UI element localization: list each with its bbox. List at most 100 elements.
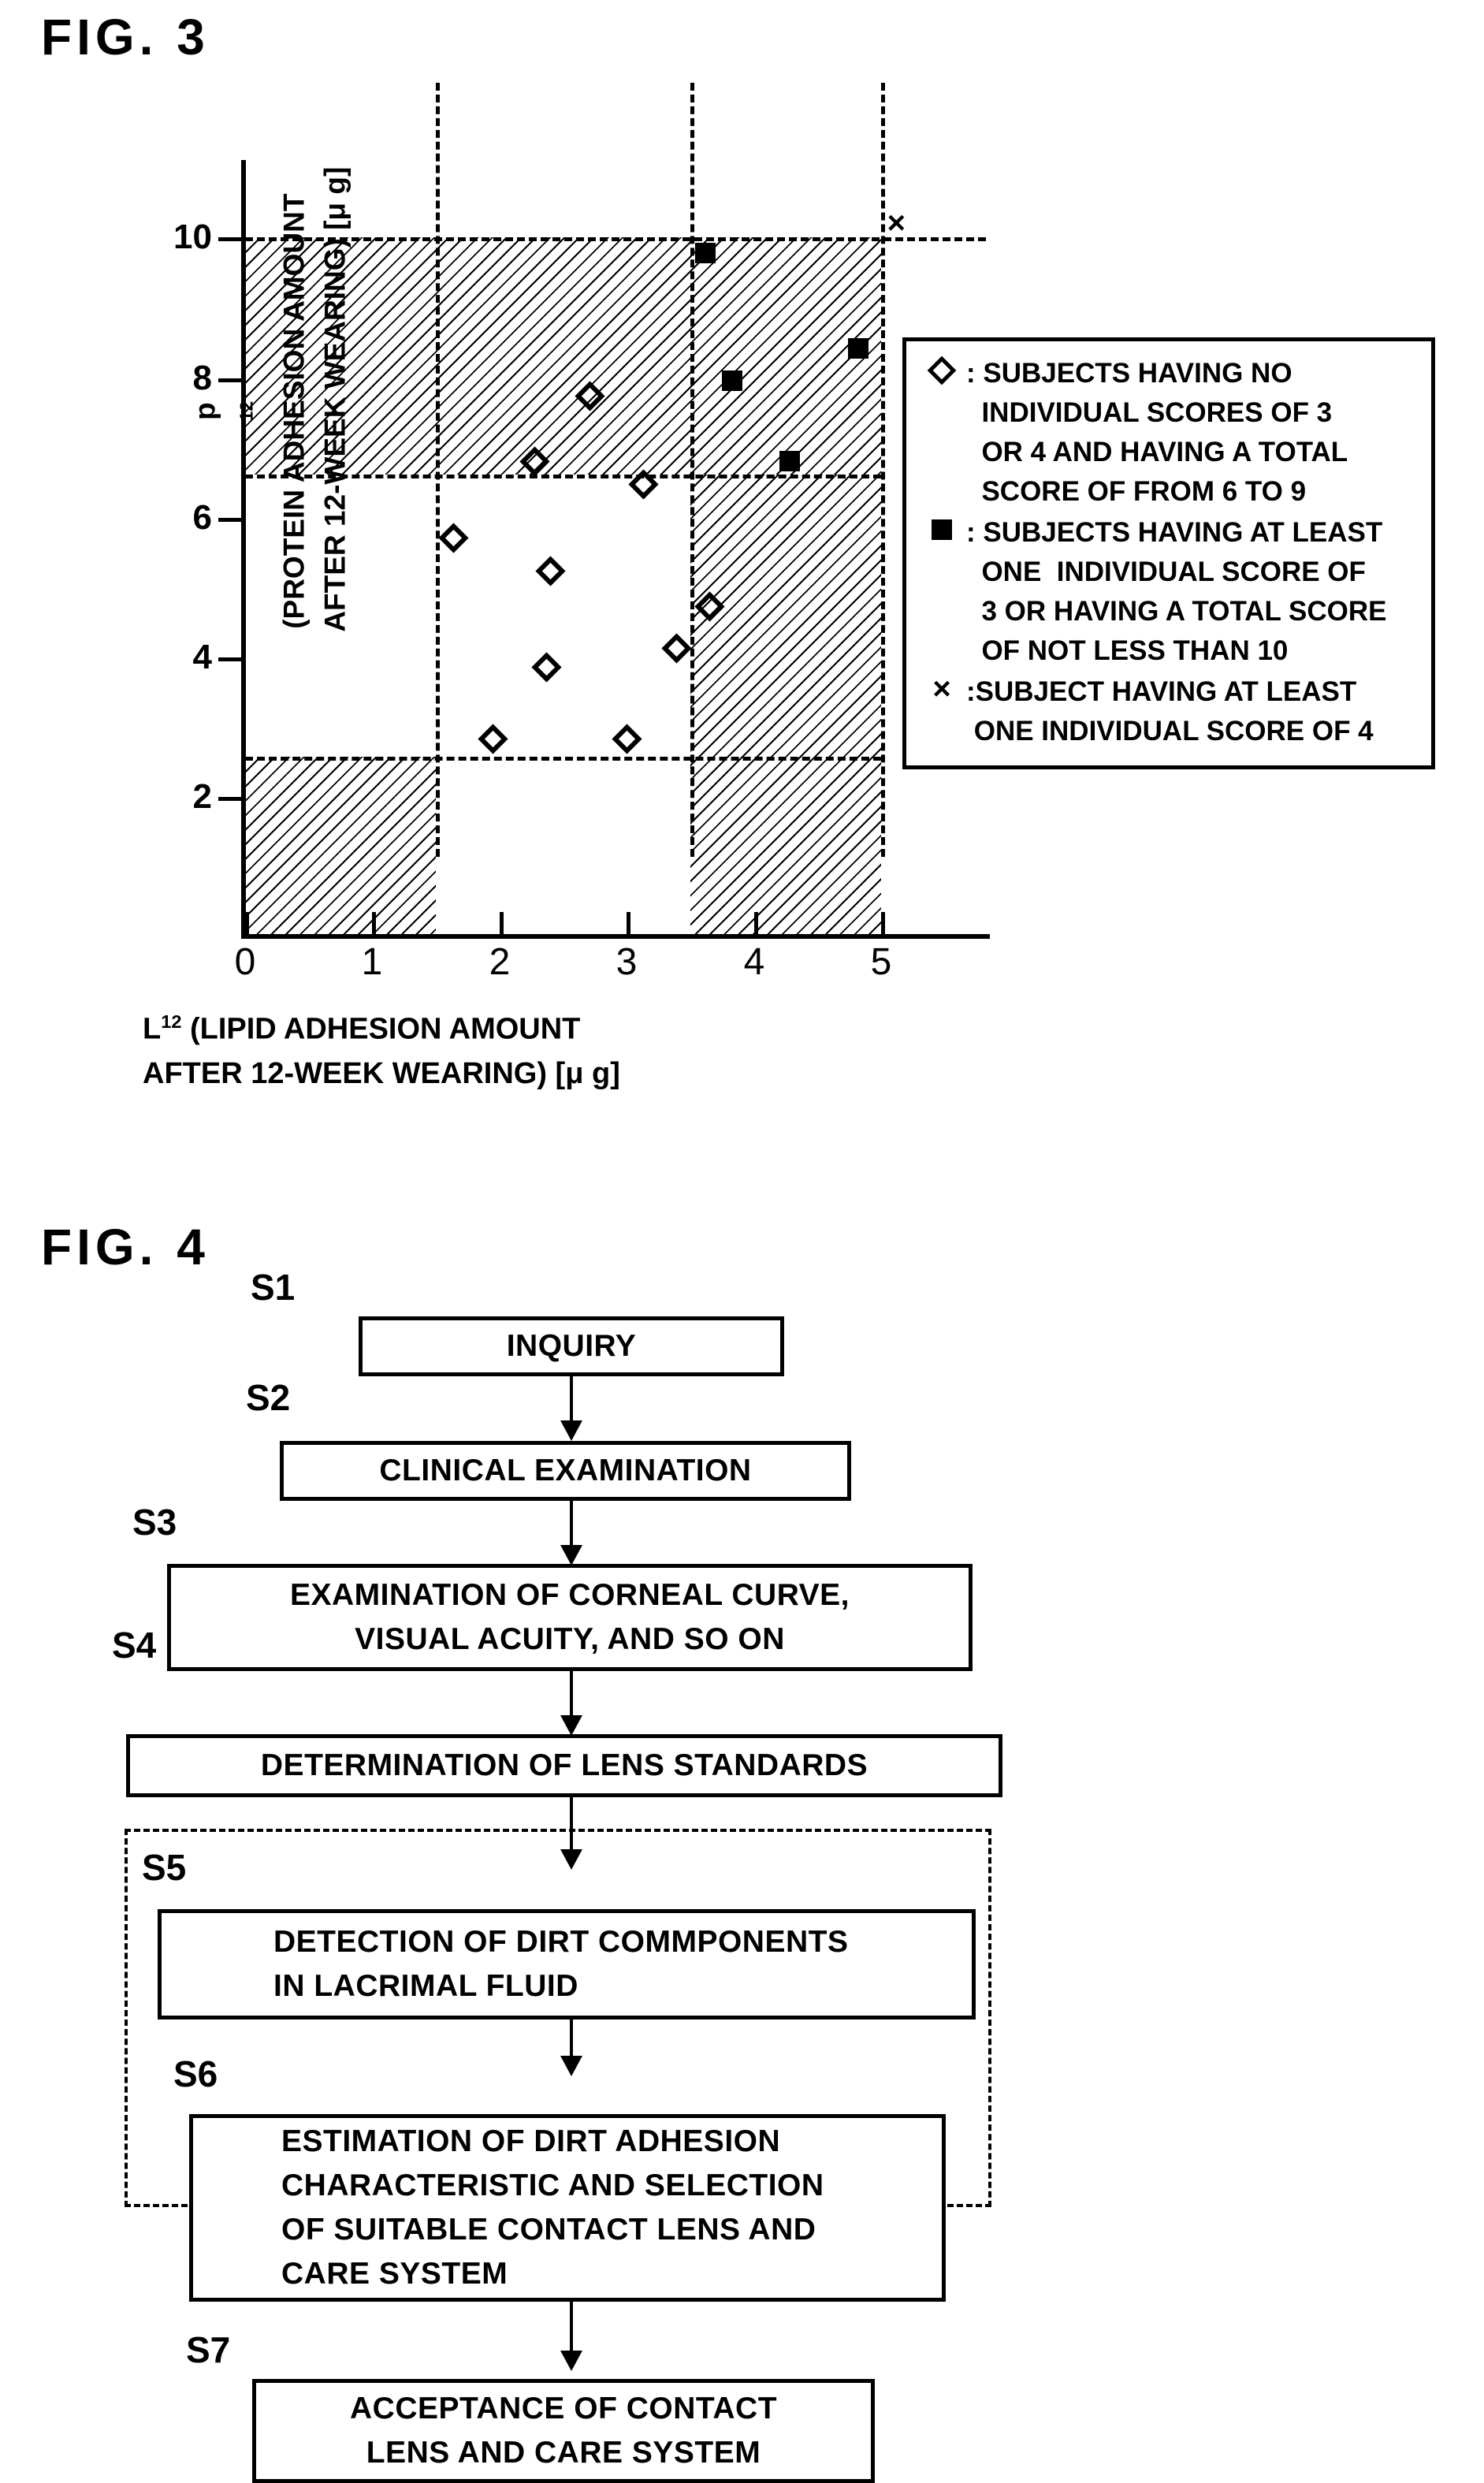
step-label-s3: S3 xyxy=(132,1502,177,1543)
x-tick-2 xyxy=(500,912,504,934)
x-axis-title-sup: 12 xyxy=(161,1011,182,1032)
y-tick-label-2: 2 xyxy=(192,777,212,816)
x-tick-label-3: 3 xyxy=(616,941,638,983)
step-box-s6-line4: CARE SYSTEM xyxy=(281,2257,508,2291)
legend-entry-cross-text: :SUBJECT HAVING AT LEAST ONE INDIVIDUAL … xyxy=(966,672,1374,751)
step-box-s6-line2: CHARACTERISTIC AND SELECTION xyxy=(281,2168,824,2202)
x-tick-label-1: 1 xyxy=(361,941,383,983)
step-label-s4: S4 xyxy=(112,1625,157,1666)
x-axis-title-base: L xyxy=(143,1012,162,1046)
legend-entry-diamond-text: : SUBJECTS HAVING NO INDIVIDUAL SCORES O… xyxy=(966,354,1348,512)
y-tick-4 xyxy=(218,657,245,661)
diamond-data-point xyxy=(438,523,469,553)
legend-line: ONE INDIVIDUAL SCORE OF 4 xyxy=(966,716,1374,746)
diamond-data-point xyxy=(612,724,642,754)
arrow-s5-s6 xyxy=(570,2020,573,2060)
step-label-s2: S2 xyxy=(246,1377,291,1418)
chart-legend: : SUBJECTS HAVING NO INDIVIDUAL SCORES O… xyxy=(902,337,1435,769)
step-box-s5-line2: IN LACRIMAL FLUID xyxy=(273,1969,578,2003)
square-data-point xyxy=(722,370,743,392)
step-label-s5: S5 xyxy=(142,1847,187,1888)
arrow-s4-s5 xyxy=(570,1797,573,1854)
step-box-s4-text: DETERMINATION OF LENS STANDARDS xyxy=(260,1748,868,1782)
x-tick-label-0: 0 xyxy=(234,941,256,983)
x-tick-5 xyxy=(881,912,885,934)
step-label-s1: S1 xyxy=(251,1267,296,1308)
diamond-data-point xyxy=(531,652,562,683)
hline-y10 xyxy=(245,237,986,241)
vline-x1-5 xyxy=(436,83,440,857)
step-label-s6: S6 xyxy=(173,2053,218,2094)
legend-line: ONE INDIVIDUAL SCORE OF xyxy=(966,557,1366,587)
x-tick-3 xyxy=(627,912,630,934)
legend-line: SCORE OF FROM 6 TO 9 xyxy=(966,476,1307,507)
arrow-s2-s3 xyxy=(570,1501,573,1550)
step-box-s6-line3: OF SUITABLE CONTACT LENS AND xyxy=(281,2213,816,2247)
square-data-point xyxy=(695,242,716,263)
y-axis-title-line2: AFTER 12-WEEK WEARING) [μ g] xyxy=(318,166,351,632)
step-box-s7-line1: ACCEPTANCE OF CONTACT xyxy=(349,2392,778,2425)
diamond-marker-icon xyxy=(917,354,966,385)
legend-entry-diamond: : SUBJECTS HAVING NO INDIVIDUAL SCORES O… xyxy=(917,354,1423,512)
step-box-s5-line1: DETECTION OF DIRT COMMPONENTS xyxy=(273,1925,849,1959)
step-box-s6[interactable]: ESTIMATION OF DIRT ADHESION CHARACTERIST… xyxy=(189,2114,946,2302)
legend-line: OF NOT LESS THAN 10 xyxy=(966,635,1289,666)
arrowhead-s3-s4 xyxy=(560,1715,582,1736)
legend-line: :SUBJECT HAVING AT LEAST xyxy=(966,676,1357,707)
diamond-data-point xyxy=(478,724,508,754)
legend-line: : SUBJECTS HAVING AT LEAST xyxy=(966,517,1383,548)
arrowhead-s1-s2 xyxy=(560,1420,582,1441)
arrowhead-s4-s5 xyxy=(560,1849,582,1870)
x-axis-line xyxy=(241,934,990,939)
cross-marker-icon: × xyxy=(932,672,951,706)
arrow-s6-s7 xyxy=(570,2302,573,2355)
x-tick-0 xyxy=(245,912,249,934)
y-axis-title-rest: (PROTEIN ADHESION AMOUNT xyxy=(277,193,311,629)
y-axis-title: p 12 (PROTEIN ADHESION AMOUNT AFTER 12-WE… xyxy=(184,166,355,632)
square-data-point xyxy=(779,451,800,472)
step-box-s5[interactable]: DETECTION OF DIRT COMMPONENTS IN LACRIMA… xyxy=(158,1909,976,2020)
step-box-s1-text: INQUIRY xyxy=(506,1329,637,1363)
arrow-s3-s4 xyxy=(570,1671,573,1720)
scatter-plot-area: 10 8 6 4 2 0 1 2 3 4 5 × p 12 (PROTEIN AD… xyxy=(143,83,990,1090)
hatch-region-lower-left xyxy=(245,757,436,934)
hatch-region-lower-right xyxy=(690,475,881,934)
arrowhead-s2-s3 xyxy=(560,1545,582,1565)
y-axis-title-sup: 12 xyxy=(236,400,257,422)
step-box-s7-line2: LENS AND CARE SYSTEM xyxy=(366,2436,761,2470)
step-box-s7[interactable]: ACCEPTANCE OF CONTACT LENS AND CARE SYST… xyxy=(252,2379,875,2483)
step-box-s4[interactable]: DETERMINATION OF LENS STANDARDS xyxy=(126,1734,1002,1797)
step-label-s7: S7 xyxy=(186,2329,231,2370)
figure-3-label: FIG. 3 xyxy=(41,9,210,65)
square-data-point xyxy=(847,337,868,359)
step-box-s2[interactable]: CLINICAL EXAMINATION xyxy=(280,1441,851,1501)
figure-4: FIG. 4 S1 INQUIRY S2 CLINICAL EXAMINATIO… xyxy=(0,1143,1484,2483)
figure-3: FIG. 3 10 8 6 4 2 0 1 2 3 4 5 × p 12 (PR… xyxy=(0,0,1484,1143)
step-box-s3-line2: VISUAL ACUITY, AND SO ON xyxy=(355,1622,785,1656)
square-marker-icon xyxy=(917,513,966,544)
arrowhead-s5-s6 xyxy=(560,2056,582,2076)
legend-line: OR 4 AND HAVING A TOTAL xyxy=(966,437,1348,467)
x-tick-label-5: 5 xyxy=(870,941,892,983)
y-tick-2 xyxy=(218,797,245,801)
x-axis-title-rest: (LIPID ADHESION AMOUNT xyxy=(181,1012,581,1046)
y-axis-title-base: p xyxy=(188,402,221,420)
arrowhead-s6-s7 xyxy=(560,2351,582,2371)
y-tick-label-4: 4 xyxy=(192,638,212,676)
figure-4-label: FIG. 4 xyxy=(41,1219,210,1275)
legend-entry-square: : SUBJECTS HAVING AT LEAST ONE INDIVIDUA… xyxy=(917,513,1423,671)
vline-x3-5 xyxy=(690,83,694,857)
x-tick-4 xyxy=(754,912,758,934)
x-tick-label-4: 4 xyxy=(743,941,765,983)
legend-entry-square-text: : SUBJECTS HAVING AT LEAST ONE INDIVIDUA… xyxy=(966,513,1386,671)
arrow-s1-s2 xyxy=(570,1376,573,1425)
legend-entry-cross: × :SUBJECT HAVING AT LEAST ONE INDIVIDUA… xyxy=(917,672,1423,751)
step-box-s1[interactable]: INQUIRY xyxy=(359,1316,784,1376)
step-box-s2-text: CLINICAL EXAMINATION xyxy=(379,1454,752,1487)
x-axis-title-line2: AFTER 12-WEEK WEARING) [μ g] xyxy=(143,1056,620,1090)
x-tick-label-2: 2 xyxy=(489,941,511,983)
step-box-s3[interactable]: EXAMINATION OF CORNEAL CURVE, VISUAL ACU… xyxy=(167,1564,973,1671)
vline-x5 xyxy=(881,83,885,857)
hline-y2-55 xyxy=(245,757,881,761)
cross-data-point: × xyxy=(887,205,906,240)
